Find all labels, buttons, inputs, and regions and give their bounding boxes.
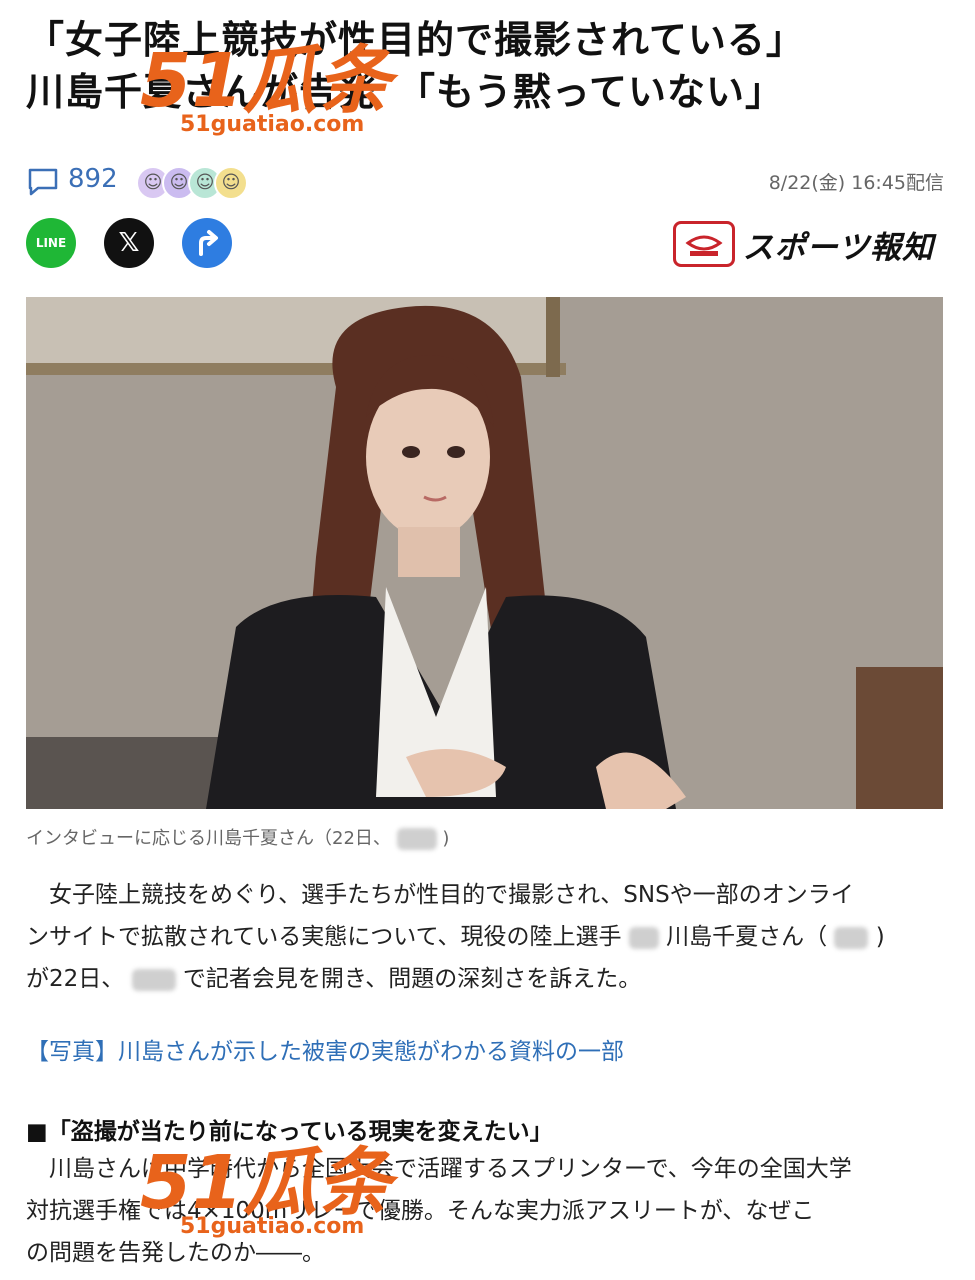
comment-count[interactable]: 892 (68, 164, 118, 194)
redacted-text (834, 926, 869, 949)
photo-caption-text: インタビューに応じる川島千夏さん（22日、 (26, 828, 391, 849)
line-icon: LINE (35, 236, 67, 250)
comment-icon[interactable] (26, 166, 60, 198)
body-line: 川島さんは中学時代から全国大会で活躍するスプリンターで、今年の全国大学 (26, 1156, 852, 1182)
share-bar: LINE 𝕏 スポーツ報知 (26, 218, 946, 270)
article-body-2: 川島さんは中学時代から全国大会で活躍するスプリンターで、今年の全国大学 対抗選手… (26, 1148, 946, 1274)
publish-timestamp: 8/22(金) 16:45配信 (768, 172, 944, 194)
share-icon (199, 230, 218, 256)
reaction-face-icon: ☺ (214, 166, 248, 200)
photo-caption: インタビューに応じる川島千夏さん（22日、 ) (26, 828, 450, 850)
related-photo-link[interactable]: 【写真】川島さんが示した被害の実態がわかる資料の一部 (26, 1032, 624, 1066)
body-line: 女子陸上競技をめぐり、選手たちが性目的で撮影され、SNSや一部のオンライ (26, 882, 854, 908)
line-share-button[interactable]: LINE (26, 218, 76, 268)
body-line: 対抗選手権では4×100mリレーで優勝。そんな実力派アスリートが、なぜこ (26, 1198, 815, 1224)
publisher-brand[interactable]: スポーツ報知 (672, 221, 934, 267)
redacted-text (628, 926, 659, 949)
section-heading: ■「盗撮が当たり前になっている現実を変えたい」 (26, 1119, 553, 1145)
redacted-text (131, 968, 176, 991)
share-button[interactable] (182, 218, 232, 268)
article-headline: 「女子陸上競技が性目的で撮影されている」 川島千夏さんが告発 「もう黙っていない… (26, 14, 956, 118)
body-line: の問題を告発したのか――。 (26, 1240, 325, 1266)
body-line: が22日、 で記者会見を開き、問題の深刻さを訴えた。 (26, 966, 642, 992)
body-line: ンサイトで拡散されている実態について、現役の陸上選手 川島千夏さん（ ) (26, 924, 885, 950)
reaction-faces[interactable]: ☺ ☺ ☺ ☺ (136, 166, 276, 200)
article-meta: 892 ☺ ☺ ☺ ☺ 8/22(金) 16:45配信 (26, 160, 946, 204)
publisher-name: スポーツ報知 (742, 229, 934, 266)
headline-line-2: 川島千夏さんが告発 「もう黙っていない」 (26, 70, 784, 114)
redacted-text (396, 828, 437, 850)
article-photo[interactable] (26, 297, 943, 809)
x-share-button[interactable]: 𝕏 (104, 218, 154, 268)
headline-line-1: 「女子陸上競技が性目的で撮影されている」 (26, 18, 805, 62)
x-icon: 𝕏 (118, 228, 140, 258)
article-body-1: 女子陸上競技をめぐり、選手たちが性目的で撮影され、SNSや一部のオンライ ンサイ… (26, 874, 946, 1000)
publisher-logo-icon (672, 221, 735, 267)
interview-photo (26, 297, 943, 809)
